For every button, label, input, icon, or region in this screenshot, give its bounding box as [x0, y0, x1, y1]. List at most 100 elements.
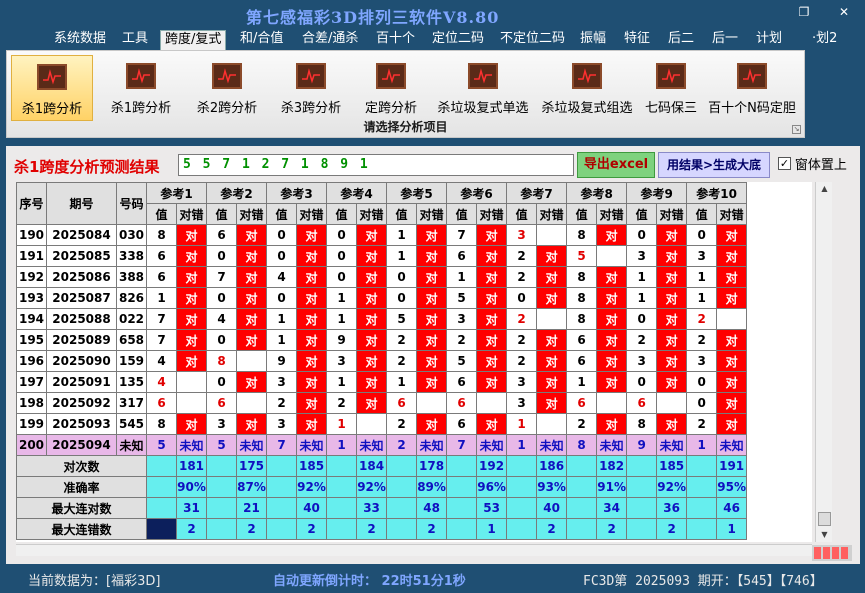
- table-row[interactable]: 190 2025084 030 8 对 6 对 0 对 0 对 1 对 7 对 3 8 对 0 对 0 对: [16, 224, 748, 246]
- restore-button[interactable]: ❐: [792, 4, 816, 20]
- value-cell: 5: [386, 308, 418, 330]
- check-cell: 对: [296, 392, 328, 414]
- menu-item[interactable]: 不定位二码: [496, 30, 569, 50]
- ribbon-button[interactable]: 杀2跨分析: [187, 55, 267, 121]
- vertical-scrollbar[interactable]: ▲ ▼: [815, 182, 832, 542]
- countdown-label: 自动更新倒计时： 22时51分1秒: [273, 574, 466, 589]
- value-cell: 6: [446, 371, 478, 393]
- value-cell: 1: [266, 329, 298, 351]
- table-row[interactable]: 198 2025092 317 6 6 2 对 2 对 6 6 3 对 6 6 0 对: [16, 392, 748, 414]
- header-check: 对错: [716, 203, 748, 225]
- value-cell: 0: [266, 245, 298, 267]
- check-cell: 对: [236, 413, 268, 435]
- table-row[interactable]: 195 2025089 658 7 对 0 对 1 对 9 对 2 对 2 对 2 对 6 对 2 对 2 对: [16, 329, 748, 351]
- menu-item[interactable]: 工具: [118, 30, 152, 50]
- value-cell: 3: [686, 245, 718, 267]
- ribbon-button[interactable]: 定跨分析: [359, 55, 423, 121]
- chart-icon: [468, 63, 498, 89]
- result-field[interactable]: 5 5 7 1 2 7 1 8 9 1: [178, 154, 574, 176]
- chart-icon: [656, 63, 686, 89]
- ribbon-button[interactable]: 杀1跨分析: [103, 55, 179, 121]
- header-ref[interactable]: 参考2: [206, 182, 268, 204]
- generate-base-button[interactable]: 用结果>生成大底: [658, 152, 770, 178]
- table-row[interactable]: 196 2025090 159 4 对 8 9 对 3 对 2 对 5 对 2 对 6 对 3 对 3 对: [16, 350, 748, 372]
- ribbon-button[interactable]: 杀垃圾复式单选: [431, 55, 535, 121]
- stats-spacer: [146, 476, 177, 498]
- menu-item[interactable]: 系统数据: [50, 30, 110, 50]
- header-check: 对错: [175, 203, 208, 225]
- progress-cell: [823, 547, 830, 559]
- header-ref[interactable]: 参考8: [566, 182, 628, 204]
- ribbon-button[interactable]: 杀1跨分析: [11, 55, 93, 121]
- ribbon-button[interactable]: 杀3跨分析: [271, 55, 351, 121]
- check-cell: 对: [356, 266, 388, 288]
- check-cell: 对: [296, 371, 328, 393]
- menu-item[interactable]: 后一: [708, 30, 742, 50]
- header-ref[interactable]: 参考6: [446, 182, 508, 204]
- stats-value: 90%: [175, 476, 208, 498]
- table-row[interactable]: 199 2025093 545 8 对 3 对 3 对 1 2 对 6 对 1 2 对 8 对 2 对: [16, 413, 748, 435]
- stats-value: 46: [716, 497, 748, 519]
- header-ref[interactable]: 参考10: [686, 182, 748, 204]
- check-cell: 对: [296, 245, 328, 267]
- menu-item[interactable]: ·划2: [808, 30, 841, 50]
- menu-item[interactable]: 百十个: [372, 30, 419, 50]
- menu-item[interactable]: 振幅: [576, 30, 610, 50]
- table-row-future[interactable]: 200 2025094 未知 5 未知 5 未知 7 未知 1 未知 2 未知 7 未知 1 未知 8 未知 9 未知 1…: [16, 434, 748, 456]
- scroll-thumb[interactable]: [818, 512, 831, 526]
- value-cell: 0: [326, 224, 358, 246]
- close-button[interactable]: ✕: [832, 4, 856, 20]
- scroll-up-icon[interactable]: ▲: [816, 182, 833, 196]
- stats-spacer: [626, 455, 658, 477]
- menu-item[interactable]: 计划: [752, 30, 786, 50]
- menu-item[interactable]: 合差/通杀: [298, 30, 362, 50]
- draw-info-label: FC3D第 2025093 期开：【545】【746】: [583, 574, 823, 589]
- check-cell: 对: [175, 224, 208, 246]
- header-ref[interactable]: 参考5: [386, 182, 448, 204]
- check-cell: 对: [716, 266, 748, 288]
- header-ref[interactable]: 参考9: [626, 182, 688, 204]
- header-ref[interactable]: 参考4: [326, 182, 388, 204]
- table-row[interactable]: 191 2025085 338 6 对 0 对 0 对 0 对 1 对 6 对 2 对 5 3 对 3 对: [16, 245, 748, 267]
- header-ref[interactable]: 参考7: [506, 182, 568, 204]
- check-cell: 对: [536, 287, 568, 309]
- chart-icon: [572, 63, 602, 89]
- stay-on-top-checkbox[interactable]: ✓ 窗体置上: [778, 154, 847, 174]
- table-row[interactable]: 193 2025087 826 1 对 0 对 0 对 1 对 0 对 5 对 0 对 8 对 1 对 1 对: [16, 287, 748, 309]
- value-cell: 7: [146, 329, 177, 351]
- period-cell: 2025091: [46, 371, 117, 393]
- ribbon-button[interactable]: 百十个N码定胆: [705, 55, 799, 121]
- menu-item[interactable]: 定位二码: [428, 30, 488, 50]
- ribbon-button[interactable]: 七码保三: [641, 55, 701, 121]
- table-row[interactable]: 194 2025088 022 7 对 4 对 1 对 1 对 5 对 3 对 2 8 对 0 对 2: [16, 308, 748, 330]
- table-row[interactable]: 192 2025086 388 6 对 7 对 4 对 0 对 0 对 1 对 2 对 8 对 1 对 1 对: [16, 266, 748, 288]
- value-cell: 4: [266, 266, 298, 288]
- check-cell: 对: [356, 245, 388, 267]
- menu-item[interactable]: 特征: [620, 30, 654, 50]
- header-ref[interactable]: 参考1: [145, 182, 208, 204]
- value-cell: 6: [566, 392, 598, 414]
- ribbon-expand-icon[interactable]: ↘: [792, 125, 801, 134]
- check-cell: 对: [175, 287, 208, 309]
- check-cell: 对: [175, 308, 208, 330]
- check-cell: [596, 392, 628, 414]
- checkbox-box[interactable]: ✓: [778, 157, 791, 170]
- value-cell: 0: [506, 287, 538, 309]
- value-cell: 3: [206, 413, 238, 435]
- ribbon-button[interactable]: 杀垃圾复式组选: [537, 55, 637, 121]
- value-cell: 3: [506, 224, 538, 246]
- export-excel-button[interactable]: 导出excel: [577, 152, 655, 178]
- check-cell: 对: [476, 308, 508, 330]
- menu-item[interactable]: 跨度/复式: [160, 30, 227, 50]
- header-check: 对错: [656, 203, 688, 225]
- menu-item[interactable]: 后二: [664, 30, 698, 50]
- stats-spacer: [146, 497, 177, 519]
- stats-value: 178: [416, 455, 448, 477]
- check-cell: 对: [296, 287, 328, 309]
- seq-cell: 190: [16, 224, 47, 246]
- scroll-down-icon[interactable]: ▼: [816, 528, 833, 542]
- horizontal-scrollbar[interactable]: [16, 544, 812, 556]
- header-ref[interactable]: 参考3: [266, 182, 328, 204]
- table-row[interactable]: 197 2025091 135 4 0 对 3 对 1 对 1 对 6 对 3 对 1 对 0 对 0 对: [16, 371, 748, 393]
- menu-item[interactable]: 和/合值: [236, 30, 287, 50]
